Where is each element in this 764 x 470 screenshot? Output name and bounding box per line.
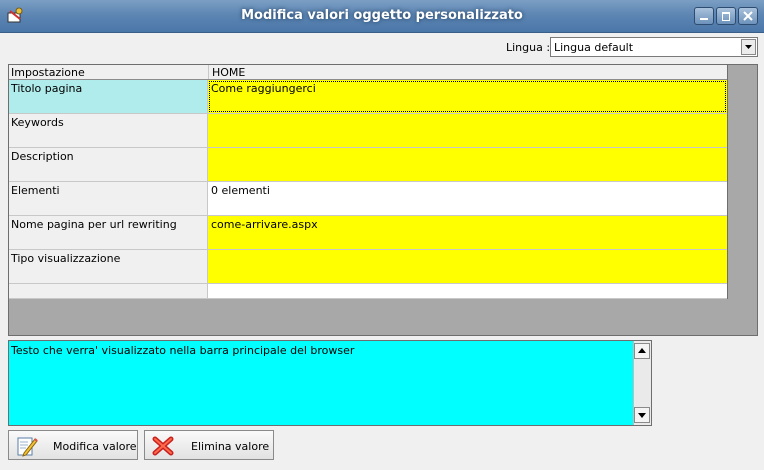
maximize-icon (722, 12, 730, 21)
modify-value-button[interactable]: Modifica valore (8, 430, 138, 460)
title-bar: Modifica valori oggetto personalizzato (0, 0, 764, 33)
edit-icon (17, 437, 38, 457)
description-box[interactable]: Testo che verra' visualizzato nella barr… (8, 340, 652, 426)
settings-grid: Impostazione HOME Titolo pagina Come rag… (9, 65, 728, 299)
close-icon (743, 11, 753, 21)
row-label: Keywords (9, 114, 208, 147)
row-value[interactable] (208, 148, 727, 181)
arrow-down-icon (638, 413, 646, 418)
grid-row-description[interactable]: Description (9, 148, 727, 182)
description-scrollbar[interactable] (633, 341, 651, 425)
language-value: Lingua default (554, 41, 634, 54)
grid-row-url-rewriting[interactable]: Nome pagina per url rewriting come-arriv… (9, 216, 727, 250)
scroll-down-button[interactable] (634, 407, 650, 423)
row-label: Tipo visualizzazione (9, 250, 208, 283)
description-text: Testo che verra' visualizzato nella barr… (11, 344, 355, 357)
window-title: Modifica valori oggetto personalizzato (241, 8, 523, 23)
row-value[interactable]: 0 elementi (208, 182, 727, 215)
row-label: Elementi (9, 182, 208, 215)
language-label: Lingua : (506, 41, 551, 54)
header-setting: Impostazione (11, 66, 85, 79)
arrow-up-icon (638, 348, 646, 353)
dropdown-arrow-button[interactable] (741, 39, 756, 55)
row-label: Titolo pagina (9, 80, 208, 113)
row-label: Nome pagina per url rewriting (9, 216, 208, 249)
modify-value-label: Modifica valore (53, 440, 137, 453)
grid-row-elementi[interactable]: Elementi 0 elementi (9, 182, 727, 216)
grid-header: Impostazione HOME (9, 65, 727, 80)
header-home: HOME (212, 66, 246, 79)
settings-grid-panel: Impostazione HOME Titolo pagina Come rag… (8, 64, 758, 336)
row-value[interactable]: Come raggiungerci (208, 80, 727, 113)
maximize-button[interactable] (716, 7, 736, 25)
row-value[interactable] (208, 114, 727, 147)
delete-value-label: Elimina valore (191, 440, 270, 453)
language-select[interactable]: Lingua default (550, 37, 758, 57)
grid-row-tipo-visualizzazione[interactable]: Tipo visualizzazione (9, 250, 727, 284)
row-label: Description (9, 148, 208, 181)
grid-row-empty[interactable] (9, 284, 727, 299)
row-value[interactable] (208, 250, 727, 283)
close-button[interactable] (738, 7, 758, 25)
minimize-icon (700, 18, 708, 20)
delete-icon (152, 436, 174, 456)
row-value[interactable]: come-arrivare.aspx (208, 216, 727, 249)
grid-row-keywords[interactable]: Keywords (9, 114, 727, 148)
row-value[interactable] (208, 284, 727, 298)
delete-value-button[interactable]: Elimina valore (144, 430, 274, 460)
chevron-down-icon (745, 45, 752, 49)
scroll-up-button[interactable] (634, 343, 650, 359)
minimize-button[interactable] (694, 7, 714, 25)
grid-row-titolo-pagina[interactable]: Titolo pagina Come raggiungerci (9, 80, 727, 114)
row-label (9, 284, 208, 298)
